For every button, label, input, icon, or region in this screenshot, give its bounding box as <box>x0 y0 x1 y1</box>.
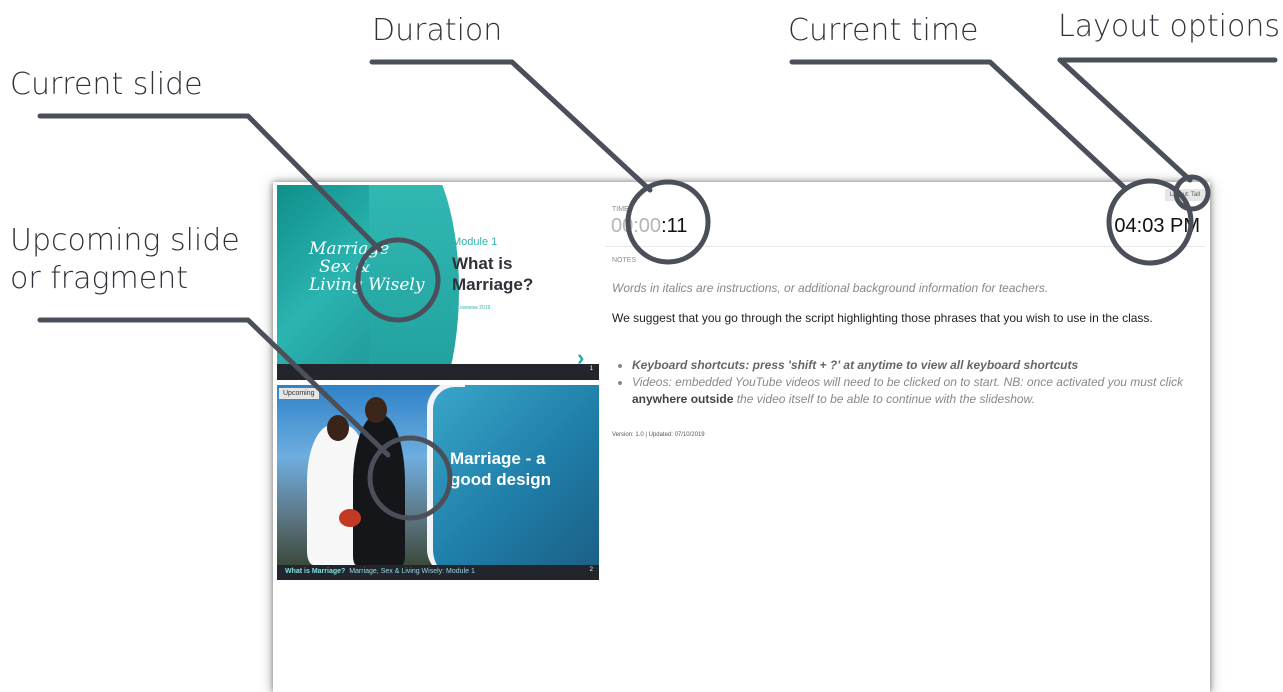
upcoming-badge: Upcoming <box>279 388 319 399</box>
timer-dim-part: 00:00 <box>611 215 662 237</box>
timer-bright-part: :11 <box>661 215 688 237</box>
slide-logo: Marriage Sex & Living Wisely <box>309 239 425 295</box>
notes-list: Keyboard shortcuts: press 'shift + ?' at… <box>612 357 1217 408</box>
upcoming-slide-footer: What is Marriage? Marriage, Sex & Living… <box>277 565 599 580</box>
notes-intro: Words in italics are instructions, or ad… <box>612 281 1049 295</box>
callout-upcoming-line2: or fragment <box>10 261 188 296</box>
layout-options-button[interactable]: Layout: Tall <box>1164 189 1205 201</box>
time-label: TIME <box>612 206 629 213</box>
slide-copyright: © Lovewise 2019 <box>452 305 491 311</box>
slide-title: What is Marriage? <box>452 254 534 294</box>
callout-current-slide: Current slide <box>10 67 203 102</box>
notes-body: We suggest that you go through the scrip… <box>612 311 1153 325</box>
notes-label: NOTES <box>612 257 637 264</box>
bouquet <box>339 509 361 527</box>
current-time-pointer-line <box>789 59 1128 191</box>
groom-head <box>365 397 387 423</box>
header-divider <box>605 246 1205 247</box>
wedding-photo <box>277 385 452 565</box>
duration-timer[interactable]: 00:00:11 <box>611 215 687 238</box>
notes-bullet-shortcuts: Keyboard shortcuts: press 'shift + ?' at… <box>632 357 1217 374</box>
speaker-view-window: Marriage Sex & Living Wisely Module 1 Wh… <box>273 182 1210 692</box>
upcoming-slide-title: Marriage - a good design <box>450 449 552 489</box>
upcoming-slide-preview[interactable]: Marriage - a good design Upcoming What i… <box>277 385 599 580</box>
version-info: Version: 1.0 | Updated: 07/10/2019 <box>612 432 705 438</box>
callout-layout-options: Layout options <box>1058 9 1281 44</box>
slide-module-label: Module 1 <box>452 236 498 248</box>
upcoming-caption: What is Marriage? Marriage, Sex & Living… <box>285 568 475 575</box>
callout-current-time: Current time <box>788 13 979 48</box>
current-slide-footer: 1 <box>277 364 599 380</box>
current-time-clock: 04:03 PM <box>1114 215 1200 237</box>
callout-upcoming-line1: Upcoming slide <box>10 223 240 258</box>
current-slide-preview[interactable]: Marriage Sex & Living Wisely Module 1 Wh… <box>277 185 599 380</box>
duration-pointer-line <box>369 59 653 193</box>
current-slide-number: 1 <box>589 366 593 372</box>
layout-pointer-diagonal <box>1057 57 1193 183</box>
bride-head <box>327 415 349 441</box>
upcoming-slide-number: 2 <box>589 567 593 573</box>
notes-bullet-videos: Videos: embedded YouTube videos will nee… <box>632 374 1217 408</box>
callout-duration: Duration <box>372 13 503 48</box>
groom-figure <box>353 415 405 565</box>
